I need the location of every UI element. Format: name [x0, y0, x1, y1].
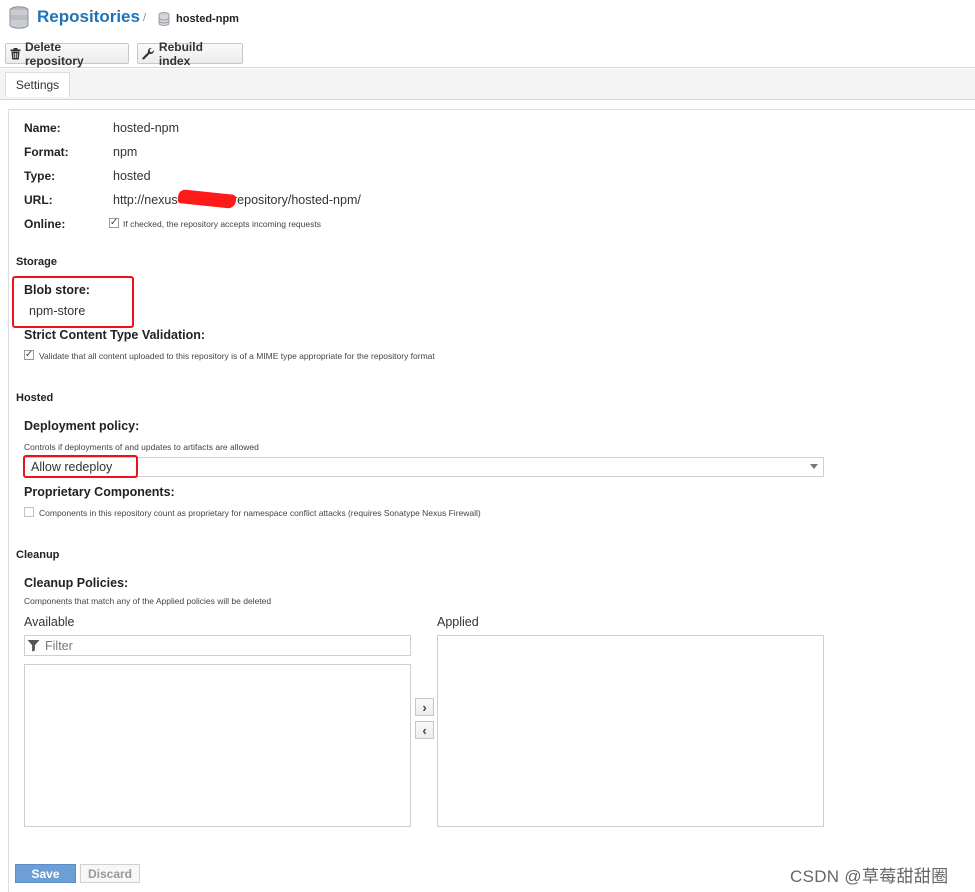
storage-section-title: Storage: [16, 256, 57, 268]
breadcrumb: Repositories / hosted-npm: [0, 0, 975, 40]
cleanup-policies-help: Components that match any of the Applied…: [24, 596, 272, 606]
url-value-suffix: repository/hosted-npm/: [233, 193, 361, 207]
database-icon: [158, 12, 170, 26]
filter-placeholder: Filter: [45, 638, 73, 653]
breadcrumb-separator: /: [143, 12, 147, 24]
cleanup-policies-label: Cleanup Policies:: [24, 576, 129, 590]
strict-validation-checkbox[interactable]: ✓: [24, 350, 34, 360]
checkmark-icon: ✓: [24, 349, 34, 360]
blob-store-value: npm-store: [29, 304, 86, 318]
format-label: Format:: [24, 145, 69, 159]
proprietary-components-label: Proprietary Components:: [24, 485, 175, 499]
discard-button[interactable]: Discard: [80, 864, 140, 883]
filter-icon: [27, 640, 40, 652]
blob-store-label: Blob store:: [24, 283, 90, 297]
name-value: hosted-npm: [113, 121, 180, 135]
move-right-button[interactable]: ›: [415, 698, 434, 716]
online-help: If checked, the repository accepts incom…: [123, 219, 321, 229]
applied-label: Applied: [437, 615, 479, 629]
proprietary-components-checkbox[interactable]: [24, 507, 34, 517]
trash-icon: [10, 47, 21, 59]
save-button[interactable]: Save: [15, 864, 76, 883]
filter-input[interactable]: Filter: [24, 635, 411, 656]
delete-repository-label: Delete repository: [25, 39, 84, 68]
proprietary-components-help: Components in this repository count as p…: [39, 508, 481, 518]
checkmark-icon: ✓: [109, 217, 119, 228]
online-checkbox[interactable]: ✓: [109, 218, 119, 228]
name-label: Name:: [24, 121, 61, 135]
available-label: Available: [24, 615, 75, 629]
strict-validation-help: Validate that all content uploaded to th…: [39, 351, 435, 361]
database-stack-icon: [9, 6, 29, 29]
breadcrumb-current: hosted-npm: [176, 13, 239, 25]
deployment-policy-label: Deployment policy:: [24, 419, 140, 433]
delete-repository-button[interactable]: Delete repository: [5, 40, 129, 68]
type-label: Type:: [24, 169, 56, 183]
breadcrumb-repositories-link[interactable]: Repositories: [37, 7, 140, 27]
url-value-prefix: http://nexus: [113, 193, 178, 207]
format-value: npm: [113, 145, 138, 159]
tab-bar: Settings: [0, 69, 975, 100]
deployment-policy-help: Controls if deployments of and updates t…: [24, 442, 259, 452]
move-left-button[interactable]: ‹: [415, 721, 434, 739]
tab-settings[interactable]: Settings: [5, 72, 70, 97]
rebuild-index-label: Rebuild index: [158, 39, 203, 68]
cleanup-section-title: Cleanup: [16, 549, 60, 561]
deployment-policy-select[interactable]: Allow redeploy: [24, 457, 824, 477]
available-policies-list[interactable]: [24, 664, 411, 827]
hosted-section-title: Hosted: [16, 392, 54, 404]
url-label: URL:: [24, 193, 53, 207]
strict-validation-label: Strict Content Type Validation:: [24, 328, 206, 342]
chevron-down-icon: [810, 464, 818, 469]
applied-policies-list[interactable]: [437, 635, 824, 827]
rebuild-index-button[interactable]: Rebuild index: [137, 40, 243, 68]
watermark: CSDN @草莓甜甜圈: [790, 867, 949, 886]
toolbar: Delete repository Rebuild index: [0, 40, 975, 68]
wrench-icon: [142, 47, 154, 60]
type-value: hosted: [113, 169, 151, 183]
online-label: Online:: [24, 217, 66, 231]
deployment-policy-value: Allow redeploy: [31, 460, 113, 474]
